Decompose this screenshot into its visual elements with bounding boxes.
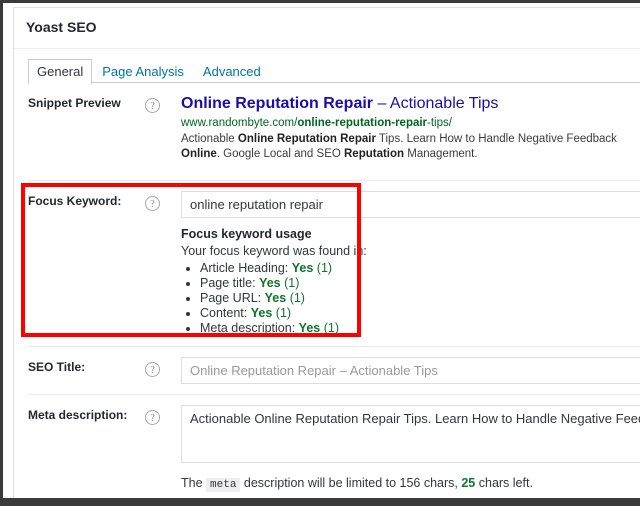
- seo-title-label: SEO Title:: [28, 359, 86, 374]
- snippet-preview-help-cell: ?: [145, 83, 181, 114]
- snippet-desc-part-2: Tips. Learn How to Handle Negative Feedb…: [375, 132, 617, 145]
- general-tab-panel: Snippet Preview ? Online Reputation Repa…: [28, 83, 640, 498]
- usage-item-result: Yes: [291, 260, 314, 275]
- usage-item-result: Yes: [250, 305, 273, 320]
- usage-item-result: Yes: [259, 275, 281, 290]
- focus-keyword-input[interactable]: [181, 190, 640, 218]
- seo-title-input[interactable]: [181, 356, 640, 384]
- meta-note-part-1: The: [181, 475, 207, 490]
- usage-item-count: (1): [323, 320, 339, 335]
- meta-description-textarea[interactable]: Actionable Online Reputation Repair Tips…: [181, 404, 640, 463]
- help-icon[interactable]: ?: [145, 361, 160, 377]
- meta-description-note: The meta description will be limited to …: [181, 475, 640, 494]
- meta-description-help-cell: ?: [145, 395, 181, 426]
- meta-note-part-3: chars left.: [475, 475, 533, 490]
- focus-keyword-usage-subtitle: Your focus keyword was found in:: [181, 243, 367, 258]
- seo-title-help-cell: ?: [145, 347, 181, 378]
- row-meta-description: Meta description: ? Actionable Online Re…: [28, 395, 640, 498]
- snippet-desc-part-1: Actionable: [181, 132, 238, 145]
- snippet-desc-keyword-2: Online: [181, 147, 217, 160]
- usage-item-name: Article Heading:: [200, 260, 289, 275]
- seo-title-field: [181, 347, 640, 394]
- snippet-description: Actionable Online Reputation Repair Tips…: [181, 132, 640, 162]
- focus-keyword-usage-list: Article Heading: Yes (1) Page title: Yes…: [181, 261, 640, 336]
- list-item: Content: Yes (1): [200, 306, 640, 321]
- list-item: Page URL: Yes (1): [200, 291, 640, 306]
- tab-page-analysis[interactable]: Page Analysis: [93, 59, 193, 84]
- usage-item-count: (1): [275, 305, 292, 320]
- yoast-seo-metabox: Yoast SEO General Page Analysis Advanced S…: [13, 7, 640, 498]
- row-seo-title: SEO Title: ?: [28, 347, 640, 395]
- help-icon[interactable]: ?: [145, 195, 160, 211]
- usage-item-name: Page URL:: [200, 290, 262, 305]
- meta-description-label: Meta description:: [28, 407, 128, 422]
- snippet-url-domain: www.randombyte.com/: [181, 116, 298, 129]
- list-item: Meta description: Yes (1): [200, 321, 640, 336]
- focus-keyword-help-cell: ?: [145, 181, 181, 212]
- snippet-title: Online Reputation Repair – Actionable Ti…: [181, 94, 640, 114]
- tab-general[interactable]: General: [28, 58, 93, 85]
- snippet-title-keyword: Online Reputation Repair: [181, 94, 374, 112]
- metabox-content: General Page Analysis Advanced Snippet Pre…: [14, 49, 640, 498]
- snippet-url-tail: -tips/: [427, 116, 452, 129]
- row-snippet-preview: Snippet Preview ? Online Reputation Repa…: [28, 83, 640, 181]
- usage-item-name: Meta description:: [200, 320, 296, 335]
- usage-item-name: Content:: [200, 305, 248, 320]
- focus-keyword-usage: Focus keyword usage Your focus keyword w…: [181, 226, 640, 336]
- row-focus-keyword: Focus Keyword: ? Focus keyword usage You…: [28, 181, 640, 347]
- usage-item-count: (1): [284, 275, 300, 290]
- usage-item-count: (1): [289, 290, 305, 305]
- list-item: Page title: Yes (1): [200, 276, 640, 291]
- usage-item-result: Yes: [298, 320, 321, 335]
- tab-bar: General Page Analysis Advanced: [28, 58, 640, 85]
- focus-keyword-label: Focus Keyword:: [28, 193, 122, 208]
- snippet-title-rest: – Actionable Tips: [373, 94, 499, 112]
- screenshot-frame: Yoast SEO General Page Analysis Advanced S…: [0, 0, 640, 506]
- meta-chars-left-count: 25: [461, 475, 476, 490]
- list-item: Article Heading: Yes (1): [200, 261, 640, 276]
- usage-item-result: Yes: [264, 290, 287, 305]
- snippet-desc-part-4: Management.: [404, 147, 478, 160]
- usage-item-name: Page title:: [200, 275, 256, 290]
- meta-description-field: Actionable Online Reputation Repair Tips…: [181, 395, 640, 498]
- meta-note-code: meta: [206, 477, 241, 492]
- usage-item-count: (1): [316, 260, 333, 275]
- page-title: Yoast SEO: [14, 8, 640, 49]
- meta-note-part-2: description will be limited to 156 chars…: [240, 475, 462, 490]
- snippet-desc-keyword-3: Reputation: [344, 147, 405, 160]
- snippet-preview-field: Online Reputation Repair – Actionable Ti…: [181, 83, 640, 176]
- tab-advanced[interactable]: Advanced: [194, 59, 270, 84]
- focus-keyword-usage-title: Focus keyword usage: [181, 226, 312, 241]
- focus-keyword-field: Focus keyword usage Your focus keyword w…: [181, 181, 640, 346]
- help-icon[interactable]: ?: [145, 97, 160, 113]
- snippet-preview-label: Snippet Preview: [28, 95, 121, 110]
- snippet-url-keyword: online-reputation-repair: [297, 116, 428, 129]
- page-canvas: Yoast SEO General Page Analysis Advanced S…: [3, 3, 640, 498]
- snippet-desc-keyword-1: Online Reputation Repair: [237, 132, 376, 145]
- snippet-desc-part-3: . Google Local and SEO: [216, 147, 344, 160]
- google-snippet-preview[interactable]: Online Reputation Repair – Actionable Ti…: [181, 93, 640, 166]
- help-icon[interactable]: ?: [145, 409, 160, 425]
- snippet-url: www.randombyte.com/online-reputation-rep…: [181, 116, 640, 131]
